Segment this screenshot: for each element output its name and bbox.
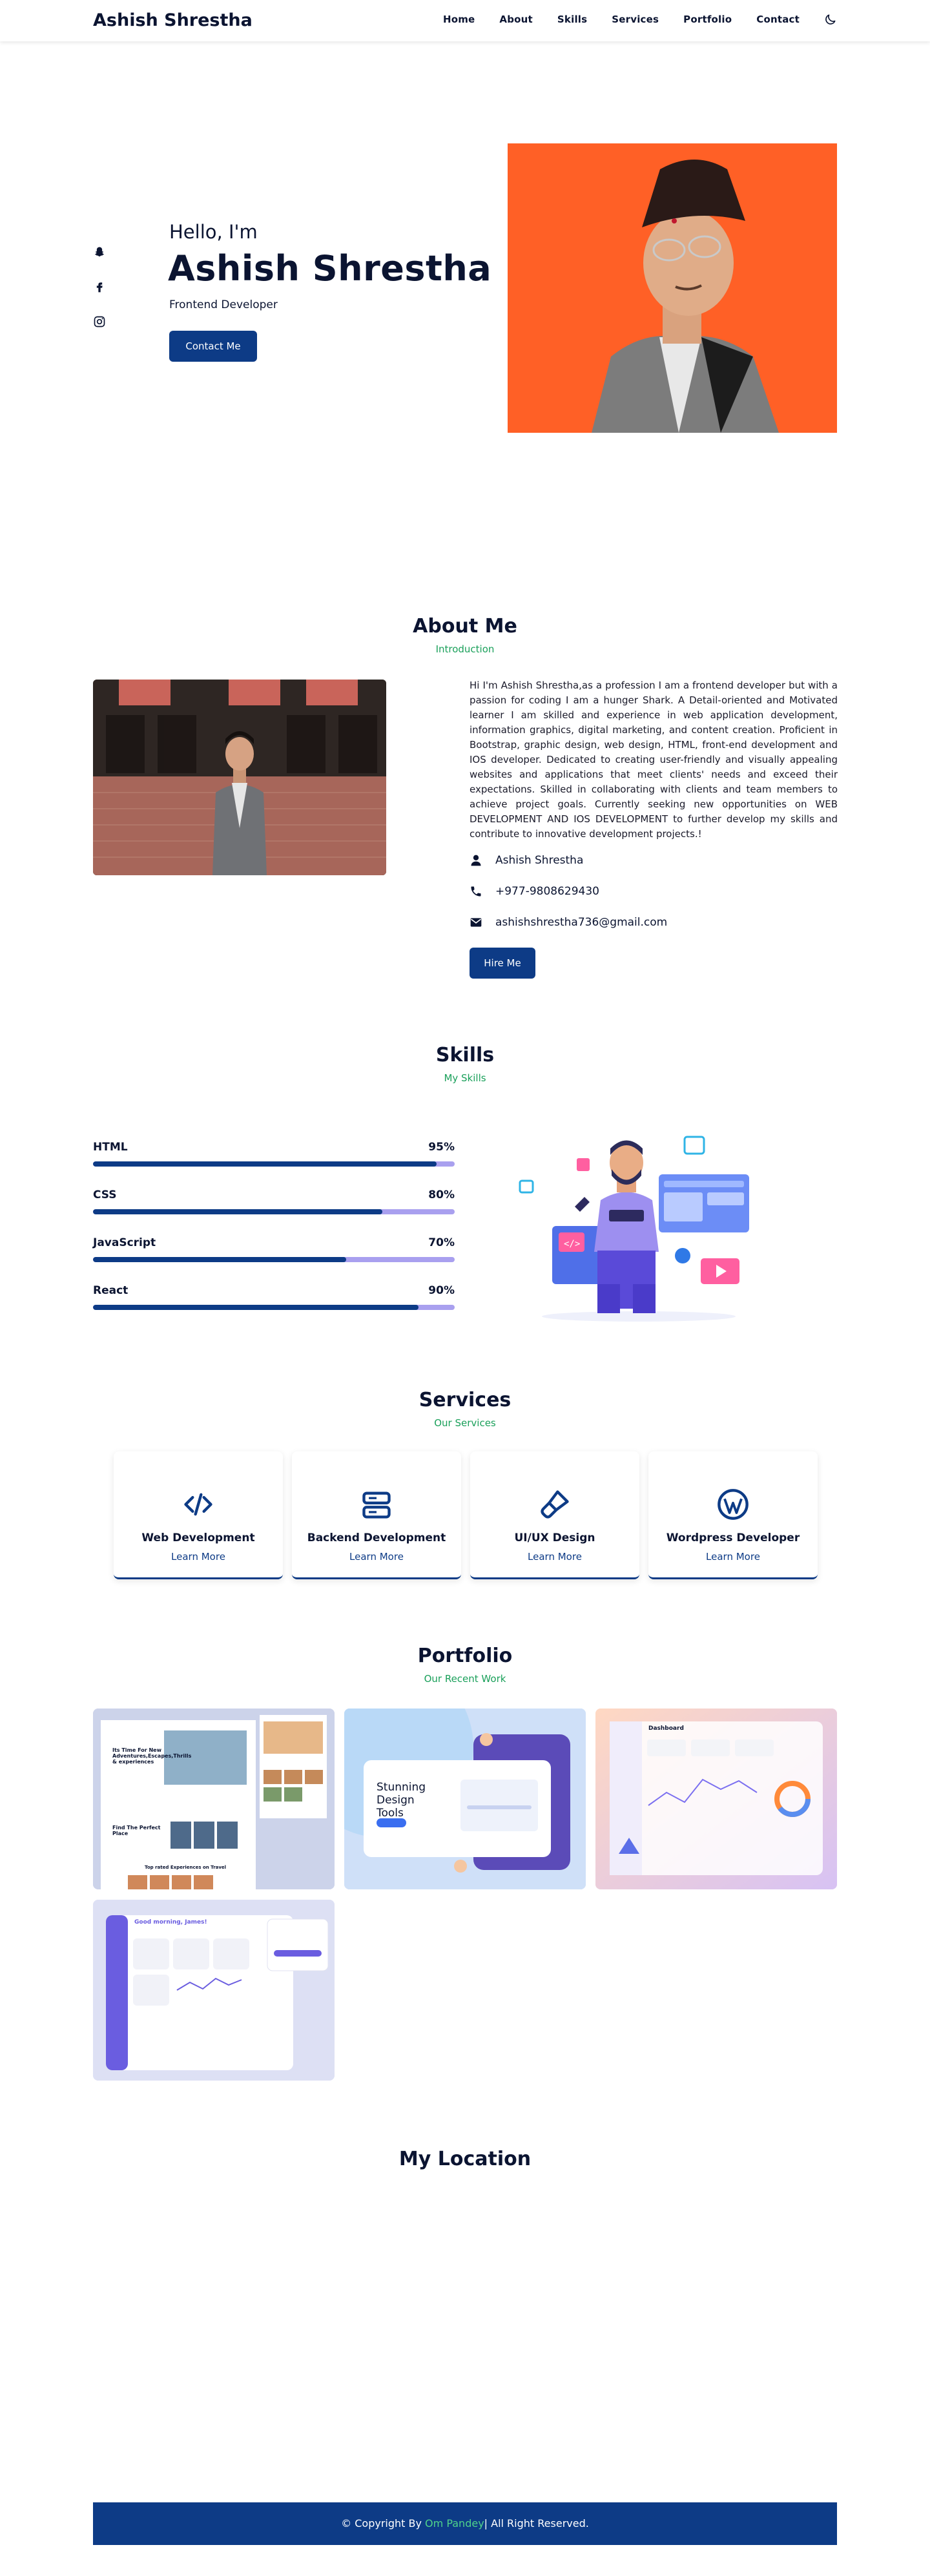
about-phone[interactable]: +977-9808629430 [495,885,599,898]
service-card-backend-development[interactable]: Backend Development Learn More [292,1451,461,1579]
about-email[interactable]: ashishshrestha736@gmail.com [495,916,667,929]
moon-icon[interactable] [824,13,837,26]
user-icon [470,854,482,867]
skill-name: HTML [93,1141,128,1154]
portfolio-design-heading: Stunning Design Tools [377,1781,426,1820]
skill-percent: 70% [428,1236,455,1249]
portfolio-dashboard-heading: Dashboard [648,1725,684,1732]
service-title: Backend Development [307,1532,446,1544]
skill-percent: 90% [428,1284,455,1297]
code-icon [181,1488,215,1521]
skill-bar-fill [93,1209,382,1214]
paint-brush-icon [538,1488,572,1521]
nav-links: Home About Skills Services Portfolio Con… [443,13,837,26]
learn-more-link[interactable]: Learn More [470,1551,639,1563]
skill-name: React [93,1284,129,1297]
facebook-icon[interactable] [93,280,106,293]
skills-title: Skills [435,1044,495,1066]
skill-css: CSS 80% [93,1189,455,1214]
svg-text:</>: </> [564,1239,580,1249]
hero-role: Frontend Developer [169,298,278,311]
about-name: Ashish Shrestha [495,854,584,867]
phone-icon [470,885,482,898]
nav-link-portfolio[interactable]: Portfolio [683,14,732,25]
services-title: Services [418,1389,512,1411]
server-icon [360,1488,393,1521]
hero-name: Ashish Shrestha [168,248,492,289]
skill-name: CSS [93,1189,117,1201]
location-map[interactable] [93,2190,837,2467]
portfolio-travel-sub: Find The Perfect Place [112,1825,161,1836]
footer-suffix: | All Right Reserved. [484,2517,589,2529]
service-title: UI/UX Design [514,1532,595,1544]
skill-percent: 80% [428,1189,455,1201]
location-title: My Location [398,2148,532,2170]
about-title: About Me [413,615,517,638]
footer-author-link[interactable]: Om Pandey [425,2517,484,2529]
skill-react: React 90% [93,1284,455,1310]
learn-more-link[interactable]: Learn More [648,1551,818,1563]
skill-bar-fill [93,1161,437,1167]
navbar: Ashish Shrestha Home About Skills Servic… [0,0,930,41]
portfolio-school-heading: Good morning, James! [134,1919,207,1926]
hero-portrait [508,143,837,433]
portfolio-subtitle: Our Recent Work [424,1673,506,1685]
footer: © Copyright By Om Pandey| All Right Rese… [93,2502,837,2545]
learn-more-link[interactable]: Learn More [114,1551,283,1563]
nav-link-services[interactable]: Services [612,14,659,25]
skills-subtitle: My Skills [444,1072,486,1084]
snapchat-icon[interactable] [93,245,106,258]
mail-icon [470,916,482,929]
service-card-web-development[interactable]: Web Development Learn More [114,1451,283,1579]
about-subtitle: Introduction [435,643,495,655]
nav-link-home[interactable]: Home [443,14,475,25]
service-card-ui-ux-design[interactable]: UI/UX Design Learn More [470,1451,639,1579]
skill-bar [93,1161,455,1167]
portfolio-travel-caption: Top rated Experiences on Travel [145,1865,227,1870]
skill-bar [93,1209,455,1214]
skill-bar [93,1305,455,1310]
service-title: Web Development [141,1532,255,1544]
skill-name: JavaScript [93,1236,156,1249]
developer-illustration: </> [513,1129,764,1323]
service-title: Wordpress Developer [666,1532,800,1544]
portfolio-title: Portfolio [417,1645,513,1667]
footer-prefix: © Copyright By [341,2517,426,2529]
about-photo [93,680,386,875]
brand-logo[interactable]: Ashish Shrestha [93,10,253,30]
service-card-wordpress-developer[interactable]: Wordpress Developer Learn More [648,1451,818,1579]
about-phone-row: +977-9808629430 [470,885,599,898]
instagram-icon[interactable] [93,315,106,328]
portfolio-item-school-dashboard[interactable]: Good morning, James! [93,1900,335,2081]
nav-link-contact[interactable]: Contact [756,14,800,25]
skill-html: HTML 95% [93,1141,455,1167]
about-paragraph: Hi I'm Ashish Shrestha,as a profession I… [470,680,838,840]
services-subtitle: Our Services [434,1417,496,1429]
contact-me-button[interactable]: Contact Me [169,331,257,362]
hero-greeting: Hello, I'm [169,221,258,243]
social-links [93,245,106,328]
nav-link-skills[interactable]: Skills [557,14,587,25]
portfolio-item-dashboard[interactable]: Dashboard [595,1709,837,1889]
hire-me-button[interactable]: Hire Me [470,948,535,979]
portfolio-item-design-tools[interactable]: Stunning Design Tools [344,1709,586,1889]
wordpress-icon [716,1488,750,1521]
skill-bar [93,1257,455,1262]
skill-percent: 95% [428,1141,455,1154]
skill-javascript: JavaScript 70% [93,1236,455,1262]
learn-more-link[interactable]: Learn More [292,1551,461,1563]
portfolio-travel-heading: Its Time For New Adventures,Escapes,Thri… [112,1747,192,1765]
nav-link-about[interactable]: About [499,14,533,25]
about-email-row: ashishshrestha736@gmail.com [470,916,667,929]
about-name-row: Ashish Shrestha [470,854,583,867]
skill-bar-fill [93,1257,346,1262]
skill-bar-fill [93,1305,418,1310]
portfolio-item-travel[interactable]: Its Time For New Adventures,Escapes,Thri… [93,1709,335,1889]
